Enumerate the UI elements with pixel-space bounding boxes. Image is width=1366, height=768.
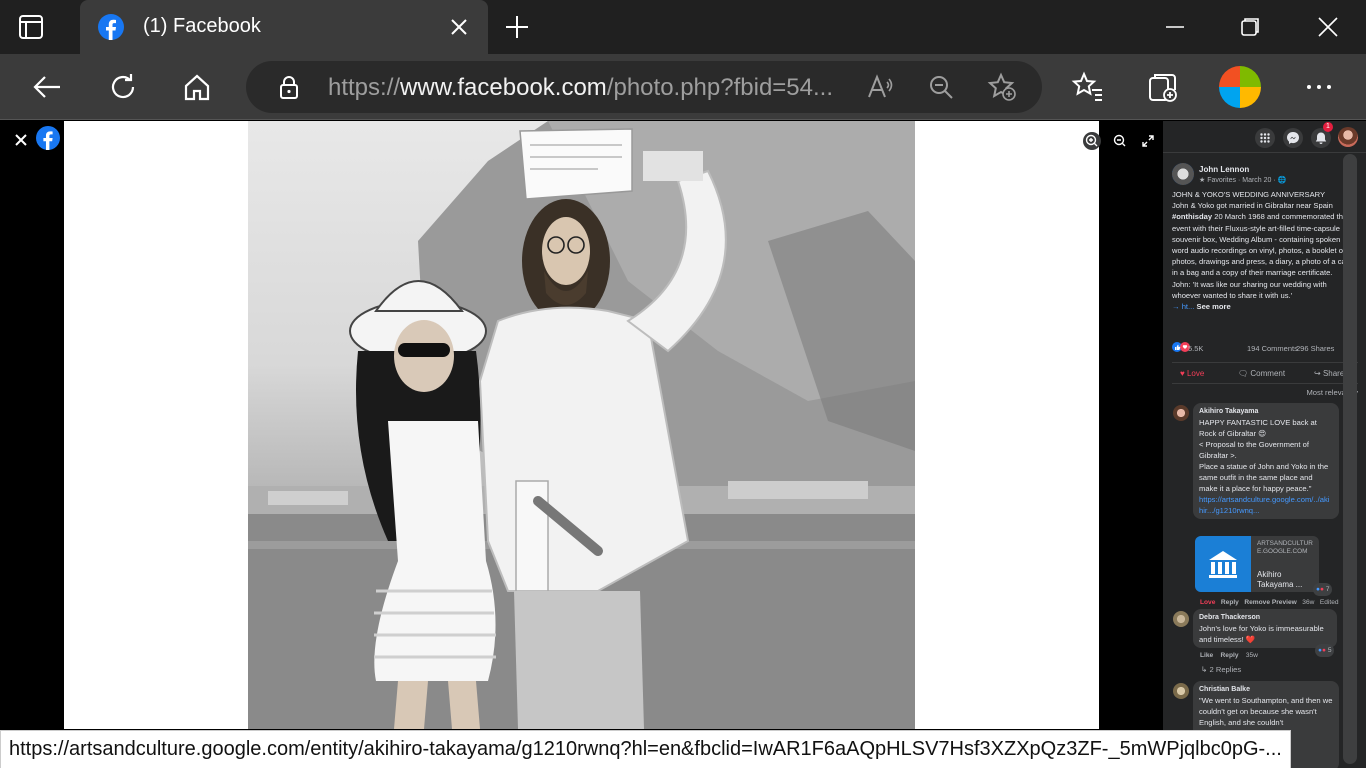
comment-reactions[interactable]: ●● 5	[1315, 644, 1335, 657]
favorites-icon[interactable]	[1071, 70, 1105, 104]
comment-text: Place a statue of John and Yoko in the s…	[1199, 462, 1329, 493]
menu-button[interactable]	[1255, 128, 1275, 148]
commenter-name[interactable]: Christian Balke	[1199, 684, 1333, 695]
account-avatar[interactable]	[1338, 127, 1358, 147]
post-body-line: John & Yoko got married in Gibraltar nea…	[1172, 201, 1354, 278]
comment-text: HAPPY FANTASTIC LOVE back at Rock of Gib…	[1199, 418, 1317, 438]
zoom-out-icon[interactable]	[927, 73, 955, 101]
close-window-icon[interactable]	[1313, 12, 1343, 42]
share-icon: ↪	[1314, 369, 1321, 378]
commenter-avatar[interactable]	[1173, 405, 1189, 421]
comment-like-button[interactable]: Like	[1200, 652, 1213, 659]
comment-icon: 🗨	[1238, 369, 1249, 378]
comment-love-button[interactable]: Love	[1200, 599, 1215, 606]
comment-actions: Love Reply Remove Preview 36w Edited	[1200, 597, 1339, 608]
see-more-link[interactable]: See more	[1197, 302, 1231, 311]
read-aloud-icon[interactable]	[866, 73, 894, 101]
comment-reply-button[interactable]: Reply	[1221, 652, 1239, 659]
facebook-favicon-icon	[98, 14, 124, 40]
comment-action-button[interactable]: 🗨 Comment	[1238, 368, 1285, 379]
add-favorite-icon[interactable]	[987, 72, 1017, 102]
comment-text: John's love for Yoko is immeasurable and…	[1199, 624, 1324, 644]
link-preview-thumbnail	[1195, 536, 1251, 592]
link-status-bar: https://artsandculture.google.com/entity…	[0, 730, 1291, 768]
comment-reply-button[interactable]: Reply	[1221, 599, 1239, 606]
back-icon[interactable]	[30, 70, 64, 104]
commenter-avatar[interactable]	[1173, 611, 1189, 627]
panel-scrollbar[interactable]	[1343, 154, 1357, 764]
author-avatar[interactable]	[1172, 163, 1194, 185]
photo-illustration	[248, 121, 915, 729]
comments-count[interactable]: 194 Comments	[1247, 343, 1298, 354]
close-viewer-icon[interactable]	[10, 129, 32, 151]
post-side-panel: 1 John Lennon ★ Favorites · March 20 · 🌐…	[1163, 121, 1366, 768]
messenger-icon	[1287, 132, 1299, 144]
fullscreen-icon[interactable]	[1138, 131, 1158, 151]
photo-viewer	[0, 121, 1163, 768]
love-action-button[interactable]: ♥ Love	[1180, 368, 1204, 379]
post-meta: ★ Favorites · March 20 · 🌐	[1199, 177, 1287, 184]
view-replies-button[interactable]: ↳ 2 Replies	[1201, 664, 1241, 675]
shares-count[interactable]: 296 Shares	[1296, 343, 1334, 354]
comment-actions: Like Reply 35w	[1200, 650, 1258, 661]
comment-reactions[interactable]: ●● 7	[1313, 583, 1333, 596]
close-tab-icon[interactable]	[448, 16, 470, 38]
comment-edited: Edited	[1319, 599, 1339, 606]
panel-top-bar: 1	[1163, 121, 1366, 153]
post-quote-line: John: 'It was like our sharing our weddi…	[1172, 279, 1327, 300]
post-author[interactable]: John Lennon	[1199, 164, 1249, 175]
comment-time[interactable]: 36w	[1302, 599, 1314, 606]
restore-icon[interactable]	[1235, 12, 1265, 42]
commenter-avatar[interactable]	[1173, 683, 1189, 699]
post-link-line: → ht... See more	[1172, 302, 1231, 312]
comment-debra: Debra Thackerson John's love for Yoko is…	[1193, 609, 1337, 648]
link-preview-title: Akihiro Takayama ...	[1257, 570, 1303, 589]
tab-actions-icon[interactable]	[18, 14, 44, 40]
notification-badge: 1	[1323, 122, 1333, 132]
address-bar[interactable]: https://www.facebook.com/photo.php?fbid=…	[246, 61, 1042, 113]
more-menu-icon[interactable]	[1302, 70, 1336, 104]
museum-icon	[1209, 551, 1237, 578]
microsoft-profile-icon[interactable]	[1219, 66, 1261, 108]
link-preview-domain: ARTSANDCULTURE.GOOGLE.COM	[1257, 540, 1313, 555]
grid-menu-icon	[1260, 133, 1270, 143]
commenter-name[interactable]: Debra Thackerson	[1199, 612, 1331, 623]
comment-akihiro: Akihiro Takayama HAPPY FANTASTIC LOVE ba…	[1193, 403, 1339, 519]
browser-toolbar: https://www.facebook.com/photo.php?fbid=…	[0, 54, 1366, 120]
lock-icon[interactable]	[276, 74, 302, 100]
comment-time[interactable]: 35w	[1246, 652, 1258, 659]
heart-icon: ♥	[1180, 369, 1185, 378]
reactions-count[interactable]: 5.5K	[1188, 343, 1203, 354]
tab-bar: (1) Facebook	[0, 0, 1366, 54]
photo-frame	[64, 121, 1099, 729]
comment-link[interactable]: https://artsandculture.google.com/../aki…	[1199, 495, 1329, 515]
post-title-line: JOHN & YOKO'S WEDDING ANNIVERSARY	[1172, 190, 1326, 199]
post-actions: ♥ Love 🗨 Comment ↪ Share	[1172, 362, 1358, 384]
browser-tab-facebook[interactable]: (1) Facebook	[80, 0, 488, 54]
zoom-out-icon[interactable]	[1110, 131, 1130, 151]
hashtag-link[interactable]: #onthisday	[1172, 212, 1212, 221]
url-text: https://www.facebook.com/photo.php?fbid=…	[328, 74, 834, 101]
commenter-name[interactable]: Akihiro Takayama	[1199, 406, 1333, 417]
share-action-button[interactable]: ↪ Share	[1314, 368, 1344, 379]
zoom-in-icon[interactable]	[1082, 131, 1102, 151]
comment-text: "We went to Southampton, and then we cou…	[1199, 696, 1333, 727]
remove-preview-button[interactable]: Remove Preview	[1244, 599, 1296, 606]
refresh-icon[interactable]	[106, 70, 140, 104]
new-tab-icon[interactable]	[503, 13, 531, 41]
home-icon[interactable]	[180, 70, 214, 104]
minimize-icon[interactable]	[1160, 12, 1190, 42]
reply-arrow-icon: ↳	[1201, 665, 1208, 674]
reactions-summary: 5.5K 194 Comments 296 Shares	[1172, 341, 1358, 355]
messenger-button[interactable]	[1283, 128, 1303, 148]
post-text: JOHN & YOKO'S WEDDING ANNIVERSARY John &…	[1172, 189, 1356, 312]
wedding-photo[interactable]	[248, 121, 915, 729]
tab-title: (1) Facebook	[143, 15, 261, 37]
facebook-logo-icon[interactable]	[36, 126, 60, 150]
collections-icon[interactable]	[1146, 70, 1180, 104]
comment-text: < Proposal to the Government of Gibralta…	[1199, 440, 1309, 460]
link-preview-card[interactable]: ARTSANDCULTURE.GOOGLE.COM Akihiro Takaya…	[1195, 536, 1319, 592]
